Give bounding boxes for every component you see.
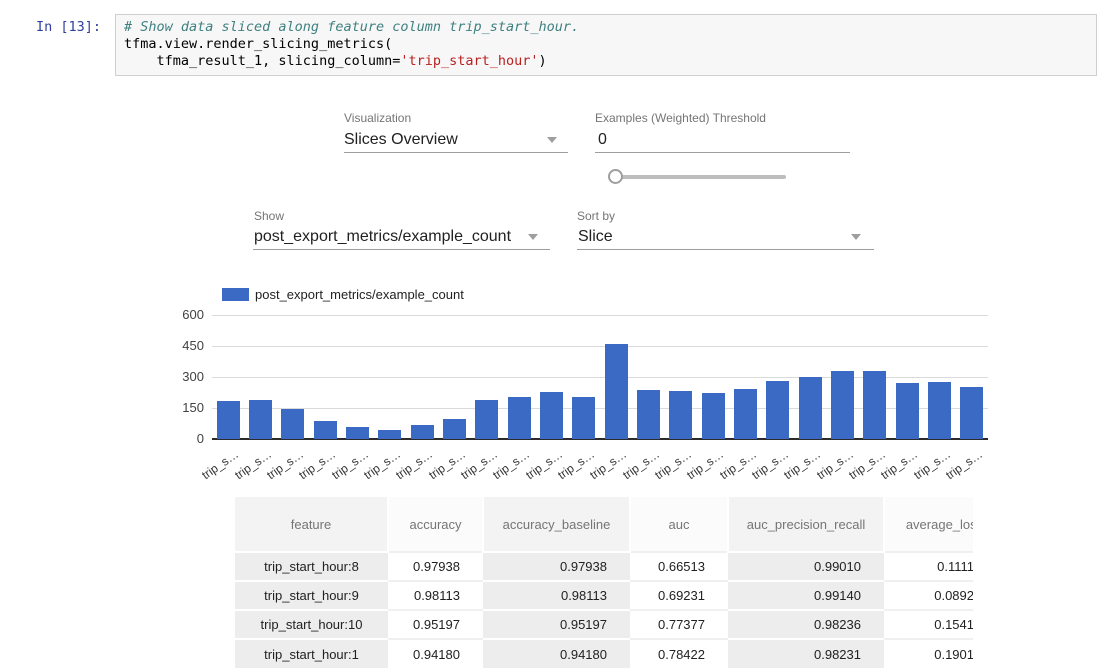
metric-cell: 0.66513 — [630, 552, 728, 581]
bar[interactable] — [346, 427, 369, 439]
y-axis-tick: 0 — [154, 431, 204, 446]
column-header: auc — [630, 497, 728, 552]
bar[interactable] — [799, 377, 822, 439]
table-row: trip_start_hour:100.951970.951970.773770… — [235, 610, 973, 639]
bar[interactable] — [766, 381, 789, 439]
bar[interactable] — [443, 419, 466, 439]
table-body: trip_start_hour:80.979380.979380.665130.… — [235, 552, 973, 668]
table-row: trip_start_hour:90.981130.981130.692310.… — [235, 581, 973, 610]
metric-cell: 0.77377 — [630, 610, 728, 639]
table-row: trip_start_hour:80.979380.979380.665130.… — [235, 552, 973, 581]
bar[interactable] — [281, 409, 304, 439]
feature-cell: trip_start_hour:10 — [235, 610, 388, 639]
column-header: accuracy_baseline — [483, 497, 630, 552]
y-axis-tick: 600 — [154, 307, 204, 322]
metric-cell: 0.69231 — [630, 581, 728, 610]
legend-label: post_export_metrics/example_count — [255, 287, 464, 302]
metric-cell: 0.1541 — [884, 610, 973, 639]
bar[interactable] — [314, 421, 337, 439]
column-header: average_loss — [884, 497, 973, 552]
feature-cell: trip_start_hour:9 — [235, 581, 388, 610]
metric-cell: 0.97938 — [388, 552, 483, 581]
table-header-row: featureaccuracyaccuracy_baselineaucauc_p… — [235, 497, 973, 552]
y-axis-tick: 450 — [154, 338, 204, 353]
metric-cell: 0.95197 — [483, 610, 630, 639]
legend-swatch-icon — [222, 288, 249, 301]
bar[interactable] — [863, 371, 886, 439]
feature-cell: trip_start_hour:1 — [235, 639, 388, 668]
metric-cell: 0.94180 — [483, 639, 630, 668]
bar[interactable] — [960, 387, 983, 439]
metric-cell: 0.0892 — [884, 581, 973, 610]
bar[interactable] — [249, 400, 272, 439]
metric-cell: 0.99010 — [728, 552, 884, 581]
bar[interactable] — [475, 400, 498, 439]
bar[interactable] — [605, 344, 628, 439]
y-axis-tick: 300 — [154, 369, 204, 384]
metric-cell: 0.95197 — [388, 610, 483, 639]
metric-cell: 0.97938 — [483, 552, 630, 581]
slices-bar-chart: post_export_metrics/example_count 0 150 30… — [0, 0, 1111, 500]
bar[interactable] — [734, 389, 757, 439]
metric-cell: 0.98231 — [728, 639, 884, 668]
bar[interactable] — [508, 397, 531, 439]
y-axis-tick: 150 — [154, 400, 204, 415]
gridline — [212, 315, 988, 316]
bar[interactable] — [928, 382, 951, 439]
column-header: accuracy — [388, 497, 483, 552]
metric-cell: 0.98113 — [388, 581, 483, 610]
metrics-table: featureaccuracyaccuracy_baselineaucauc_p… — [235, 497, 973, 668]
bar[interactable] — [217, 401, 240, 439]
bar[interactable] — [572, 397, 595, 439]
feature-cell: trip_start_hour:8 — [235, 552, 388, 581]
table-row: trip_start_hour:10.941800.941800.784220.… — [235, 639, 973, 668]
metric-cell: 0.94180 — [388, 639, 483, 668]
bar[interactable] — [831, 371, 854, 439]
bar[interactable] — [637, 390, 660, 439]
bar[interactable] — [702, 393, 725, 439]
metric-cell: 0.1111 — [884, 552, 973, 581]
metric-cell: 0.98236 — [728, 610, 884, 639]
metric-cell: 0.98113 — [483, 581, 630, 610]
metric-cell: 0.1901 — [884, 639, 973, 668]
metric-cell: 0.99140 — [728, 581, 884, 610]
bar[interactable] — [669, 391, 692, 439]
bar[interactable] — [411, 425, 434, 439]
column-header: auc_precision_recall — [728, 497, 884, 552]
bar[interactable] — [378, 430, 401, 439]
column-header: feature — [235, 497, 388, 552]
gridline — [212, 346, 988, 347]
metric-cell: 0.78422 — [630, 639, 728, 668]
bar[interactable] — [896, 383, 919, 439]
bar[interactable] — [540, 392, 563, 439]
